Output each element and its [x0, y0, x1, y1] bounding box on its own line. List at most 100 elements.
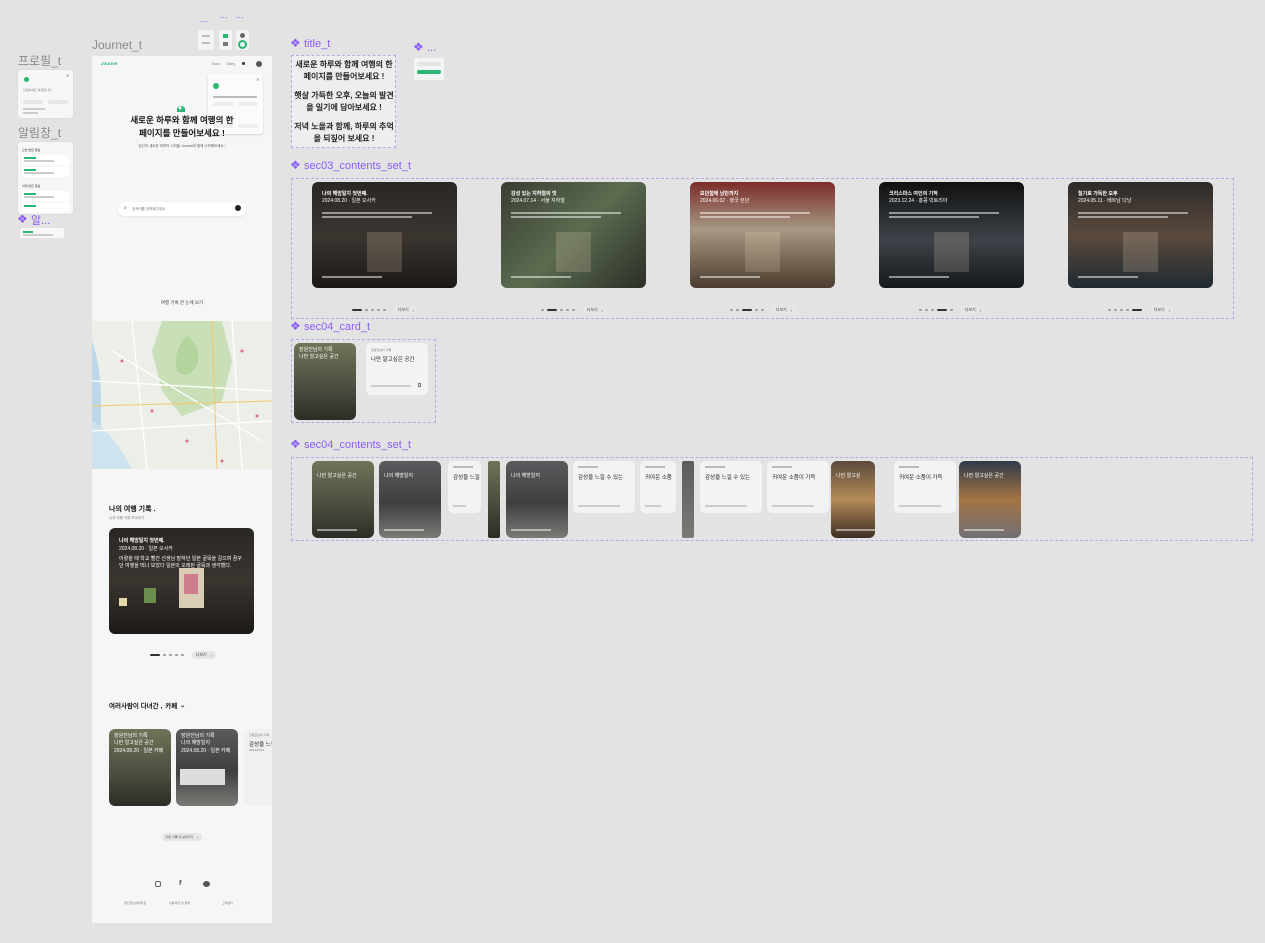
alarm-item[interactable]: [22, 191, 69, 201]
title-variant-2: 햇살 가득한 오후, 오늘의 발견을 일기에 담아보세요 !: [294, 91, 394, 112]
sec03-pager[interactable]: [1108, 309, 1142, 311]
sec04-photo-card[interactable]: 나의 해방일지: [379, 461, 441, 538]
sec04-text-card[interactable]: 장원진님의 기록 나만 알고싶은 공간: [366, 343, 428, 395]
sec03-card-date: 2024.05.11 · 베트남 다낭: [1078, 198, 1132, 204]
sec04-item-title: 나만 알고싶은 공간: [317, 473, 357, 479]
bell-icon[interactable]: [242, 62, 245, 65]
profile-popup[interactable]: ✕ 안녕하세요 여정입니다.: [18, 70, 73, 118]
chevron-right-icon: ›: [197, 835, 199, 839]
sec03-pager[interactable]: [730, 309, 764, 311]
journet-page: Journet Sora Diary ✕ 새로운 하루와 함께 여행의 한 페이…: [92, 56, 272, 923]
sec04-text-card[interactable]: 귀여운 소품이 가득: [894, 461, 956, 513]
profile-action-button[interactable]: [238, 102, 258, 106]
avatar[interactable]: [256, 61, 262, 67]
category-dropdown[interactable]: 카페: [165, 700, 177, 710]
chevron-down-icon[interactable]: ⌄: [180, 702, 185, 709]
radio-component[interactable]: [236, 30, 249, 50]
sec03-record-card[interactable]: 나의 해방일지 첫번째. 2024.08.20 · 일본 오사카: [312, 182, 457, 288]
small-component-label: 알...: [17, 212, 50, 228]
sec03-more-button[interactable]: 더보기 ›: [394, 306, 418, 314]
featured-record-card[interactable]: 나의 해방일지 첫번째. 2024.08.20 · 일본 오사카 어렸을 때 학…: [109, 528, 254, 634]
close-icon[interactable]: ✕: [256, 77, 259, 82]
sec03-card-date: 2023.12.24 · 홍콩 빅토리아: [889, 198, 948, 204]
top-dots-3: ...: [236, 10, 244, 20]
sec03-record-card[interactable]: 크리스마스 여인의 기적 2023.12.24 · 홍콩 빅토리아: [879, 182, 1024, 288]
sec04-text-card[interactable]: 감성을 느낄 수 있는: [573, 461, 635, 513]
search-submit-icon[interactable]: [235, 205, 241, 211]
small-alarm-chip[interactable]: [20, 228, 64, 238]
sec03-pager[interactable]: [919, 309, 953, 311]
top-dots-1: ...: [200, 14, 208, 24]
hero-title-line2: 페이지를 만들어보세요 !: [139, 128, 225, 138]
others-more-button[interactable]: 다른 기록 더 보러가기 ›: [162, 833, 202, 841]
others-card[interactable]: 장원진님의 기록 나의 해방일지 2024.08.20 · 일본 카페: [176, 729, 238, 806]
instagram-icon[interactable]: [155, 881, 161, 887]
chat-icon[interactable]: [203, 881, 210, 887]
nav-item-sora[interactable]: Sora: [212, 62, 219, 66]
facebook-icon[interactable]: f: [179, 880, 182, 887]
sec03-pager[interactable]: [352, 309, 386, 311]
featured-pager[interactable]: [150, 654, 184, 656]
sec04-photo-card[interactable]: 나의 해방일지: [506, 461, 568, 538]
sec04-card-title: 나만 알고싶은 공간: [299, 354, 339, 360]
footer-link-privacy[interactable]: 개인정보처리방침: [124, 901, 146, 905]
chevron-right-icon: ›: [601, 307, 604, 313]
logo[interactable]: Journet: [101, 61, 118, 66]
alarm-item[interactable]: [22, 167, 69, 177]
profile-popup-title: 안녕하세요 여정입니다.: [23, 88, 53, 92]
sec03-more-button[interactable]: 더보기 ›: [1150, 306, 1174, 314]
title-variant-3: 저녁 노을과 함께, 하루의 추억을 되짚어 보세요 !: [294, 122, 394, 143]
others-card-tag: 장원진님의 기록: [114, 733, 148, 739]
alarm-item[interactable]: [22, 203, 69, 212]
others-card-title: 나만 알고싶은 공간: [114, 740, 154, 746]
sec03-more-button[interactable]: 더보기 ›: [772, 306, 796, 314]
sec03-more-button[interactable]: 더보기 ›: [583, 306, 607, 314]
alarm-item[interactable]: [22, 155, 69, 165]
small-button-component[interactable]: [414, 58, 444, 80]
sec04-photo-card[interactable]: 나만 알고싶은 공간: [312, 461, 374, 538]
sec04-photo-card[interactable]: 나만 알고싶은 공간: [959, 461, 1021, 538]
sec03-record-card[interactable]: 칠기로 가득한 오후 2024.05.11 · 베트남 다낭: [1068, 182, 1213, 288]
sec03-card-title: 모던함에 낭만까지: [700, 191, 739, 197]
sec04-text-card[interactable]: 귀여운 소품: [640, 461, 676, 513]
avatar: [24, 77, 29, 82]
travel-map[interactable]: [92, 321, 272, 469]
close-icon[interactable]: ✕: [66, 73, 69, 78]
sec03-card-title: 감성 있는 지하철의 멋: [511, 191, 557, 197]
sec03-record-card[interactable]: 감성 있는 지하철의 멋 2024.07.14 · 서울 지하철: [501, 182, 646, 288]
sec04-cropped-card[interactable]: [488, 461, 500, 538]
sec04-text-card[interactable]: 감성을 느낄 수 있는: [700, 461, 762, 513]
sec04-text-card[interactable]: 귀여운 소품이 가득: [767, 461, 829, 513]
footer-link-support[interactable]: 고객센터: [222, 901, 233, 905]
sec04-text-card[interactable]: 감성을 느낄: [448, 461, 481, 513]
profile-action-button[interactable]: [23, 100, 43, 104]
others-card[interactable]: 장원진님의 기록 감성을 느낄 2024.08.20: [244, 729, 272, 806]
sec04-card-tag: 장원진님의 기록: [299, 347, 333, 353]
bookmark-icon[interactable]: [418, 383, 421, 387]
sec03-card-title: 칠기로 가득한 오후: [1078, 191, 1118, 197]
sec04-photo-card[interactable]: 장원진님의 기록 나만 알고싶은 공간: [294, 343, 356, 420]
small-comp-label: ...: [413, 40, 436, 55]
others-card-subtitle: 2024.08.20: [249, 748, 265, 752]
search-bar[interactable]: ⌕: [118, 202, 246, 216]
chevron-right-icon: ›: [210, 652, 213, 658]
others-card[interactable]: 장원진님의 기록 나만 알고싶은 공간 2024.08.20 · 일본 카페: [109, 729, 171, 806]
profile-frame-label: 프로필_t: [18, 54, 62, 68]
profile-action-button[interactable]: [213, 102, 233, 106]
sec03-pager[interactable]: [541, 309, 575, 311]
nav-item-diary[interactable]: Diary: [227, 62, 235, 66]
sec03-card-date: 2024.06.02 · 영국 런던: [700, 198, 750, 204]
featured-more-button[interactable]: 더보기 ›: [192, 651, 216, 659]
toggle-component[interactable]: [219, 30, 232, 50]
sec03-more-button[interactable]: 더보기 ›: [961, 306, 985, 314]
search-input[interactable]: [132, 205, 232, 213]
sec04-photo-card[interactable]: 나만 알고싶: [831, 461, 875, 538]
alarm-popup[interactable]: 오늘 받은 알림 어제 받은 알림: [18, 142, 73, 214]
sec03-label: sec03_contents_set_t: [290, 158, 411, 173]
my-records-title: 나의 여행 기록 .: [109, 506, 156, 513]
footer-link-terms[interactable]: 이용약관 및 정책: [169, 901, 190, 905]
sec03-record-card[interactable]: 모던함에 낭만까지 2024.06.02 · 영국 런던: [690, 182, 835, 288]
chip-component[interactable]: [198, 30, 214, 50]
sec04-cropped-card[interactable]: [682, 461, 694, 538]
profile-action-button[interactable]: [48, 100, 68, 104]
